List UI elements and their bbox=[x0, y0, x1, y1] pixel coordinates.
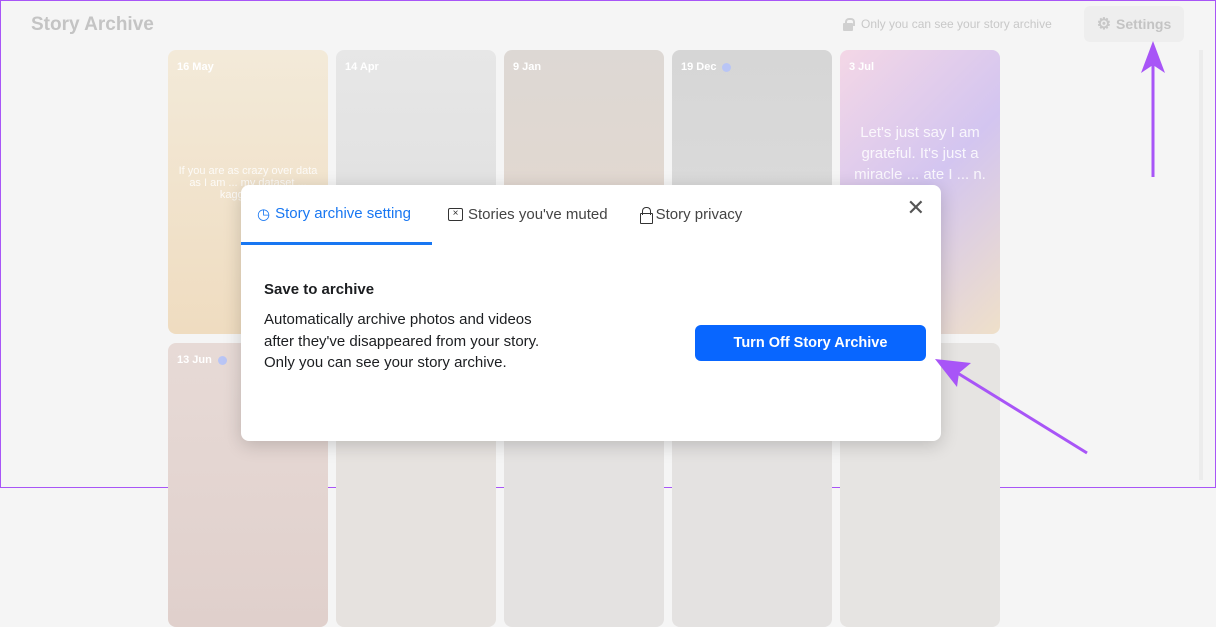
settings-button[interactable]: ⚙ Settings bbox=[1084, 6, 1184, 42]
story-date: 9 Jan bbox=[513, 61, 541, 73]
story-date-text: 3 Jul bbox=[849, 61, 875, 73]
lock-icon bbox=[843, 17, 855, 31]
story-date: 16 May bbox=[177, 61, 214, 73]
tab-label: Story archive setting bbox=[275, 205, 411, 222]
story-date-text: 9 Jan bbox=[513, 61, 542, 73]
story-date: 14 Apr bbox=[345, 61, 379, 73]
story-settings-dialog: ◷ Story archive setting × Stories you've m… bbox=[241, 185, 941, 441]
close-icon[interactable]: ✕ bbox=[907, 195, 925, 221]
story-date: 13 Jun bbox=[177, 354, 227, 366]
story-date: 19 Dec bbox=[681, 61, 732, 73]
muted-icon: × bbox=[448, 207, 463, 221]
privacy-note: Only you can see your story archive bbox=[843, 17, 1052, 31]
story-date-text: 13 Jun bbox=[177, 354, 212, 366]
status-dot-icon bbox=[217, 355, 227, 365]
turn-off-story-archive-button[interactable]: Turn Off Story Archive bbox=[695, 325, 926, 361]
scrollbar[interactable] bbox=[1199, 50, 1203, 480]
story-date-text: 16 May bbox=[177, 61, 214, 73]
story-text: Let's just say I am grateful. It's just … bbox=[854, 124, 986, 183]
tab-stories-muted[interactable]: × Stories you've muted bbox=[432, 185, 624, 243]
status-dot-icon bbox=[722, 62, 732, 72]
story-date-text: 14 Apr bbox=[345, 61, 379, 73]
settings-label: Settings bbox=[1116, 16, 1172, 32]
tab-story-privacy[interactable]: Story privacy bbox=[624, 185, 759, 243]
story-date-text: 19 Dec bbox=[681, 61, 717, 73]
privacy-note-text: Only you can see your story archive bbox=[861, 17, 1052, 31]
tab-label: Stories you've muted bbox=[468, 205, 608, 223]
section-title: Save to archive bbox=[264, 281, 375, 298]
section-description: Automatically archive photos and videos … bbox=[264, 311, 540, 371]
story-date: 3 Jul bbox=[849, 61, 874, 73]
tab-story-archive-setting[interactable]: ◷ Story archive setting bbox=[241, 185, 432, 245]
page-title: Story Archive bbox=[31, 14, 154, 35]
gear-icon: ⚙ bbox=[1096, 16, 1112, 33]
tab-label: Story privacy bbox=[655, 205, 743, 223]
lock-icon bbox=[639, 206, 653, 224]
arrowhead bbox=[1141, 41, 1165, 73]
clock-icon: ◷ bbox=[257, 205, 271, 223]
